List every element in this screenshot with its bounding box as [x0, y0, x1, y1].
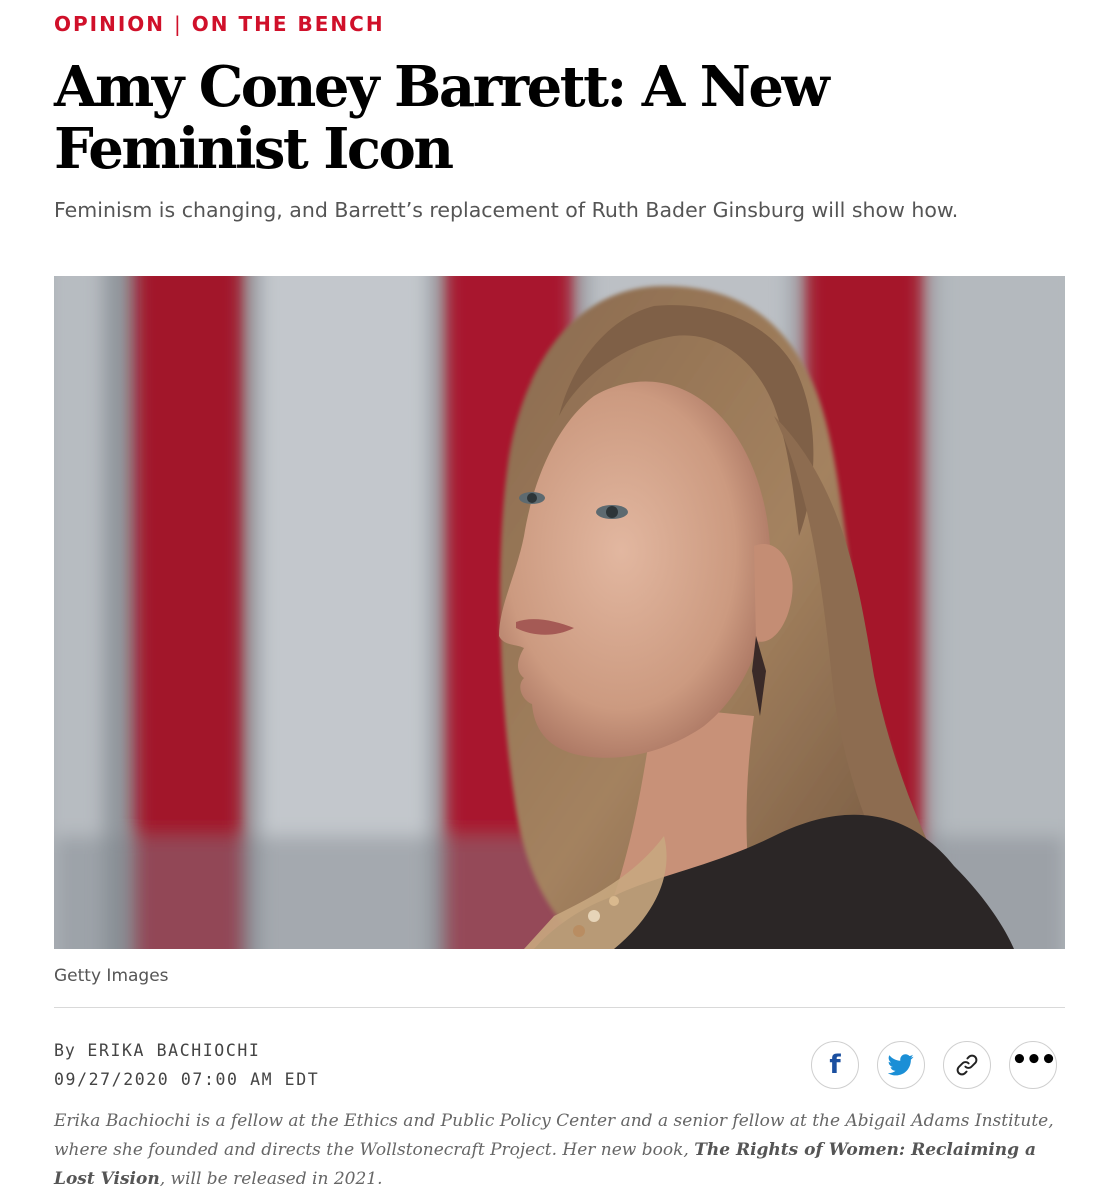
more-icon: ••• [1011, 1045, 1057, 1075]
lead-photo-illustration [54, 276, 1065, 949]
twitter-icon [888, 1054, 914, 1076]
kicker-column-link[interactable]: ON THE BENCH [192, 12, 385, 36]
author-link[interactable]: ERIKA BACHIOCHI [87, 1041, 260, 1060]
share-buttons: f ••• [811, 1041, 1057, 1089]
facebook-icon: f [829, 1050, 841, 1080]
copy-link-button[interactable] [943, 1041, 991, 1089]
facebook-share-button[interactable]: f [811, 1041, 859, 1089]
publish-date: 09/27/2020 07:00 AM EDT [54, 1070, 320, 1089]
photo-credit: Getty Images [54, 966, 169, 986]
author-bio: Erika Bachiochi is a fellow at the Ethic… [54, 1107, 1066, 1194]
section-kicker: OPINION | ON THE BENCH [54, 12, 385, 36]
twitter-share-button[interactable] [877, 1041, 925, 1089]
byline: By ERIKA BACHIOCHI [54, 1041, 260, 1060]
byline-prefix: By [54, 1041, 76, 1060]
dek: Feminism is changing, and Barrett’s repl… [54, 198, 959, 222]
headline: Amy Coney Barrett: A New Feminist Icon [54, 54, 830, 182]
lead-photo [54, 276, 1065, 949]
more-share-button[interactable]: ••• [1009, 1041, 1057, 1089]
bio-text-end: , will be released in 2021. [159, 1169, 383, 1189]
kicker-section-link[interactable]: OPINION [54, 12, 165, 36]
kicker-separator: | [174, 12, 183, 36]
divider [54, 1007, 1065, 1008]
link-icon [956, 1054, 978, 1076]
